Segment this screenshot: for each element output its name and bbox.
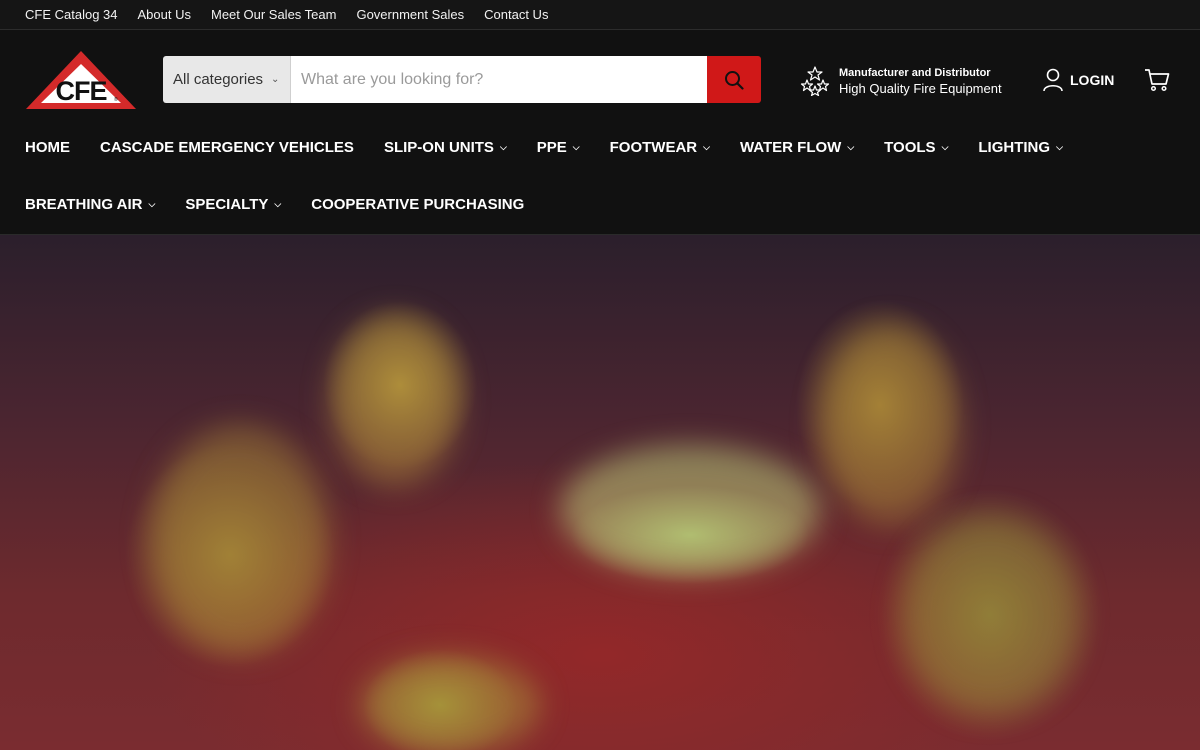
search-input[interactable]	[291, 56, 707, 103]
svg-text:CFE: CFE	[56, 76, 107, 106]
chevron-down-icon: ⌵	[148, 198, 156, 209]
promo-title: Manufacturer and Distributor	[839, 67, 991, 79]
promo-subtitle: High Quality Fire Equipment	[839, 81, 1002, 96]
chevron-down-icon: ⌄	[271, 74, 280, 85]
utility-link-sales-team[interactable]: Meet Our Sales Team	[211, 7, 336, 22]
nav-item-label: LIGHTING	[978, 138, 1051, 156]
nav-item-tools[interactable]: TOOLS ⌵	[884, 139, 948, 156]
nav-item-label: CASCADE EMERGENCY VEHICLES	[100, 138, 354, 156]
hero-flame-shape	[330, 315, 460, 485]
chevron-down-icon: ⌵	[499, 141, 507, 152]
hero-flame-shape	[560, 445, 820, 575]
nav-item-breathing-air[interactable]: BREATHING AIR ⌵	[25, 196, 155, 213]
nav-item-cooperative-purchasing[interactable]: COOPERATIVE PURCHASING	[311, 196, 524, 213]
cart-button[interactable]	[1144, 68, 1170, 97]
chevron-down-icon: ⌵	[1056, 141, 1063, 152]
nav-item-label: SPECIALTY	[185, 195, 269, 213]
hero-flame-shape	[820, 325, 960, 525]
svg-text:®: ®	[114, 96, 118, 103]
nav-item-slip-on-units[interactable]: SLIP-ON UNITS ⌵	[384, 139, 507, 156]
site-logo[interactable]: CFE ®	[24, 49, 138, 113]
utility-link-about[interactable]: About Us	[138, 7, 191, 22]
category-select-label: All categories	[173, 71, 264, 88]
search-button[interactable]	[707, 56, 761, 103]
main-nav-row-2: BREATHING AIR ⌵ SPECIALTY ⌵ COOPERATIVE …	[25, 192, 554, 216]
nav-item-label: COOPERATIVE PURCHASING	[311, 195, 525, 213]
nav-item-label: BREATHING AIR	[25, 195, 143, 213]
utility-bar: CFE Catalog 34 About Us Meet Our Sales T…	[0, 0, 1200, 30]
nav-item-cascade-emergency-vehicles[interactable]: CASCADE EMERGENCY VEHICLES	[100, 139, 354, 156]
nav-item-lighting[interactable]: LIGHTING ⌵	[978, 139, 1063, 156]
nav-item-footwear[interactable]: FOOTWEAR ⌵	[610, 139, 710, 156]
stars-icon	[800, 66, 830, 96]
login-label: LOGIN	[1070, 72, 1115, 88]
chevron-down-icon: ⌵	[274, 198, 282, 209]
utility-link-contact[interactable]: Contact Us	[484, 7, 548, 22]
nav-item-label: HOME	[25, 138, 70, 156]
nav-item-ppe[interactable]: PPE ⌵	[537, 139, 580, 156]
nav-item-label: WATER FLOW	[739, 138, 842, 156]
nav-item-label: FOOTWEAR	[609, 138, 698, 156]
utility-link-catalog[interactable]: CFE Catalog 34	[25, 7, 118, 22]
site-header: CFE ® All categories ⌄ Manufacturer	[0, 30, 1200, 235]
utility-link-government-sales[interactable]: Government Sales	[356, 7, 464, 22]
hero-flame-shape	[150, 425, 330, 655]
promo-block: Manufacturer and Distributor High Qualit…	[800, 64, 1002, 98]
chevron-down-icon: ⌵	[941, 141, 949, 152]
main-nav-row-1: HOME CASCADE EMERGENCY VEHICLES SLIP-ON …	[25, 135, 1093, 159]
nav-item-label: TOOLS	[884, 138, 936, 156]
login-link[interactable]: LOGIN	[1043, 68, 1114, 92]
cfe-triangle-logo-icon: CFE ®	[26, 51, 136, 109]
category-select[interactable]: All categories ⌄	[163, 56, 291, 103]
nav-item-water-flow[interactable]: WATER FLOW ⌵	[740, 139, 854, 156]
nav-item-home[interactable]: HOME	[25, 139, 70, 156]
chevron-down-icon: ⌵	[847, 141, 855, 152]
cart-icon	[1145, 69, 1170, 92]
search-icon	[725, 70, 744, 90]
chevron-down-icon: ⌵	[572, 141, 580, 152]
user-icon	[1043, 68, 1063, 92]
hero-flame-shape	[900, 515, 1080, 715]
nav-item-label: PPE	[536, 138, 567, 156]
chevron-down-icon: ⌵	[703, 141, 710, 152]
nav-item-label: SLIP-ON UNITS	[383, 138, 494, 156]
hero-flame-shape	[360, 655, 540, 750]
nav-item-specialty[interactable]: SPECIALTY ⌵	[185, 196, 281, 213]
hero-banner-image	[0, 235, 1200, 750]
search-bar: All categories ⌄	[163, 56, 761, 103]
